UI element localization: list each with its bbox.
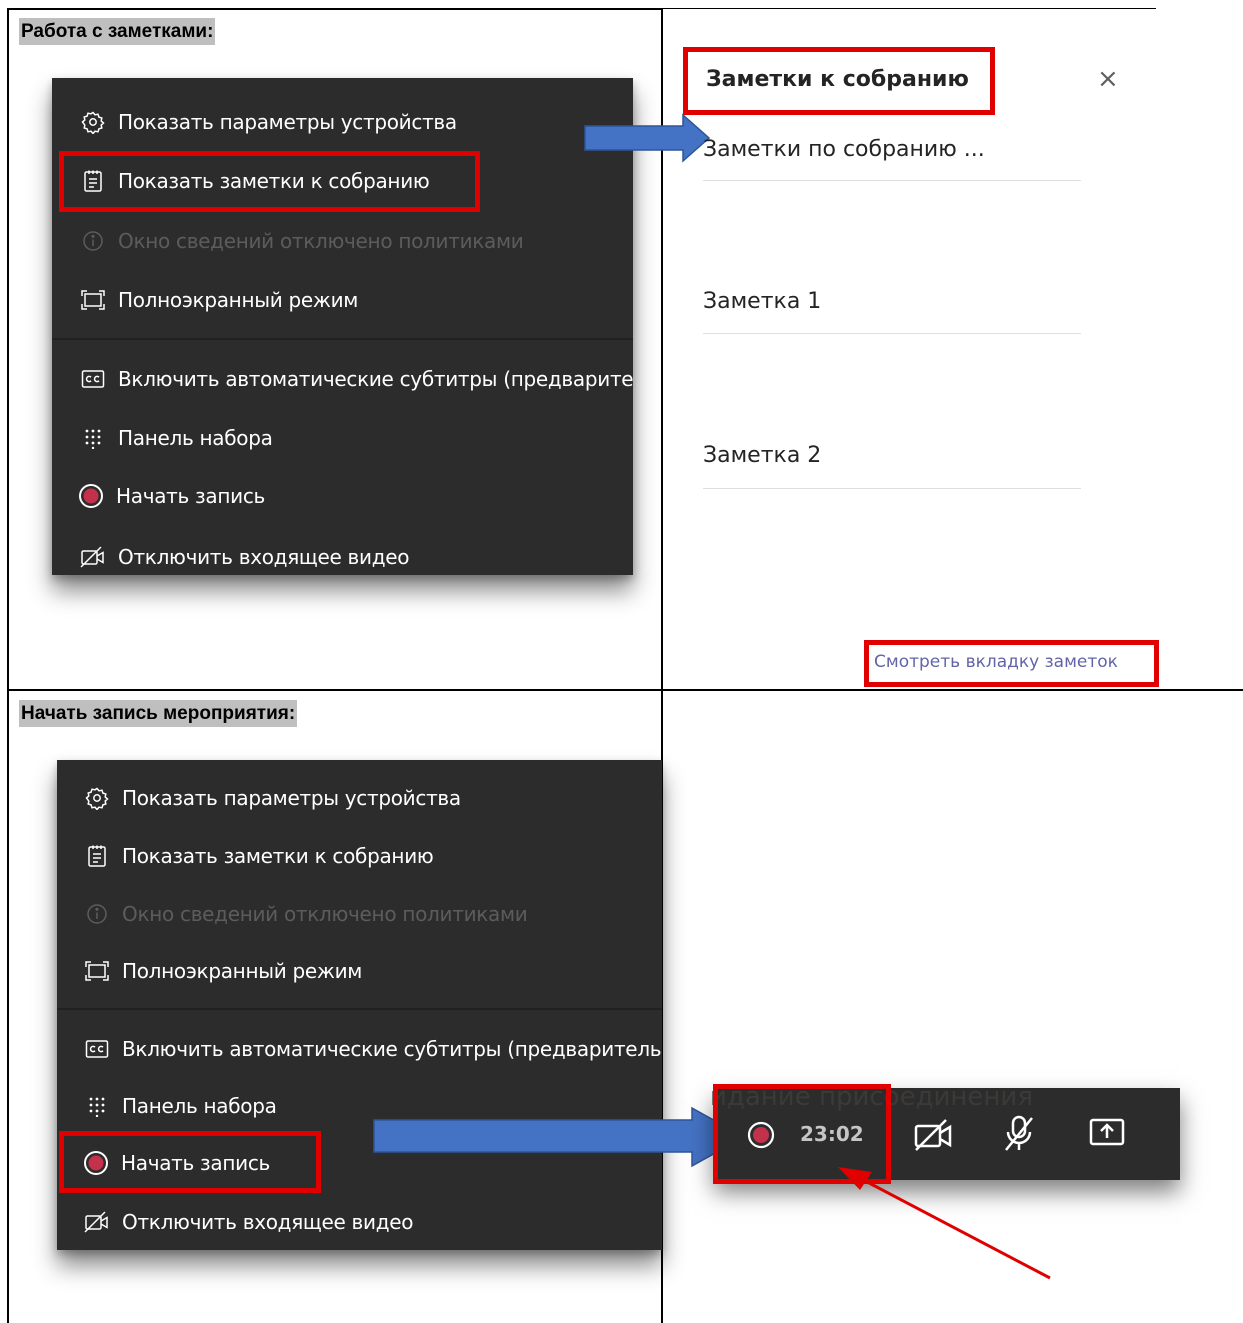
menu-item-device-settings[interactable]: Показать параметры устройства bbox=[57, 778, 662, 818]
gear-icon bbox=[80, 109, 106, 135]
menu-item-label: Панель набора bbox=[118, 426, 273, 450]
gear-icon bbox=[84, 785, 110, 811]
arrow-to-notes-panel bbox=[584, 113, 711, 163]
menu-item-dialpad[interactable]: Панель набора bbox=[52, 418, 633, 458]
table-border-top bbox=[7, 8, 662, 10]
menu-item-label: Включить автоматические субтитры (предва… bbox=[118, 367, 633, 391]
menu-item-label: Начать запись bbox=[116, 484, 266, 508]
menu-item-captions[interactable]: Включить автоматические субтитры (предва… bbox=[52, 359, 633, 399]
note-divider bbox=[703, 180, 1081, 181]
note-item-1[interactable]: Заметка 1 bbox=[703, 289, 821, 314]
menu-item-label: Отключить входящее видео bbox=[118, 545, 410, 569]
table-border-row bbox=[7, 689, 1243, 691]
section-heading-notes: Работа с заметками: bbox=[19, 18, 216, 45]
info-icon bbox=[84, 901, 110, 927]
menu-item-fullscreen[interactable]: Полноэкранный режим bbox=[52, 280, 633, 320]
menu-separator bbox=[52, 338, 633, 340]
menu-item-disable-incoming-video[interactable]: Отключить входящее видео bbox=[52, 537, 633, 575]
section-heading-recording: Начать запись мероприятия: bbox=[19, 700, 298, 727]
view-notes-tab-link[interactable]: Смотреть вкладку заметок bbox=[874, 652, 1118, 672]
notes-icon bbox=[84, 843, 110, 869]
menu-item-label: Полноэкранный режим bbox=[122, 959, 363, 983]
share-screen-icon[interactable] bbox=[1088, 1116, 1126, 1156]
highlight-start-recording bbox=[59, 1131, 321, 1193]
video-off-icon bbox=[80, 544, 106, 570]
arrow-to-recording-timer bbox=[373, 1106, 746, 1168]
menu-item-info-disabled: Окно сведений отключено политиками bbox=[52, 221, 633, 261]
dialpad-icon bbox=[84, 1093, 110, 1119]
video-off-icon bbox=[84, 1209, 110, 1235]
notes-panel-title: Заметки к собранию bbox=[706, 67, 969, 92]
menu-item-label: Полноэкранный режим bbox=[118, 288, 359, 312]
close-icon[interactable]: × bbox=[1097, 66, 1119, 92]
menu-item-label: Панель набора bbox=[122, 1094, 277, 1118]
menu-item-start-recording[interactable]: Начать запись bbox=[52, 476, 633, 516]
menu-item-show-notes[interactable]: Показать заметки к собранию bbox=[57, 836, 662, 876]
table-border-top-right bbox=[662, 8, 1156, 9]
table-border-left bbox=[7, 8, 9, 1323]
menu-item-label: Показать параметры устройства bbox=[118, 110, 457, 134]
menu-item-label: Отключить входящее видео bbox=[122, 1210, 414, 1234]
menu-item-label: Включить автоматические субтитры (предва… bbox=[122, 1037, 662, 1061]
menu-item-captions[interactable]: Включить автоматические субтитры (предва… bbox=[57, 1029, 662, 1069]
captions-icon bbox=[84, 1036, 110, 1062]
red-pointer-arrow bbox=[838, 1167, 1051, 1280]
menu-item-label: Показать параметры устройства bbox=[122, 786, 461, 810]
note-item-2[interactable]: Заметка 2 bbox=[703, 443, 821, 468]
fullscreen-icon bbox=[80, 287, 106, 313]
menu-item-disable-incoming-video[interactable]: Отключить входящее видео bbox=[57, 1202, 662, 1242]
menu-separator bbox=[57, 1008, 662, 1010]
dialpad-icon bbox=[80, 425, 106, 451]
menu-item-label: Окно сведений отключено политиками bbox=[122, 902, 528, 926]
menu-item-fullscreen[interactable]: Полноэкранный режим bbox=[57, 951, 662, 991]
note-divider bbox=[703, 333, 1081, 334]
captions-icon bbox=[80, 366, 106, 392]
record-icon bbox=[78, 483, 104, 509]
menu-item-label: Окно сведений отключено политиками bbox=[118, 229, 524, 253]
note-meeting-notes[interactable]: Заметки по собранию ... bbox=[703, 137, 985, 162]
menu-item-device-settings[interactable]: Показать параметры устройства bbox=[52, 102, 633, 142]
highlight-show-notes bbox=[59, 151, 480, 212]
menu-item-label: Показать заметки к собранию bbox=[122, 844, 434, 868]
note-divider bbox=[703, 488, 1081, 489]
info-icon bbox=[80, 228, 106, 254]
fullscreen-icon bbox=[84, 958, 110, 984]
menu-item-info-disabled: Окно сведений отключено политиками bbox=[57, 894, 662, 934]
